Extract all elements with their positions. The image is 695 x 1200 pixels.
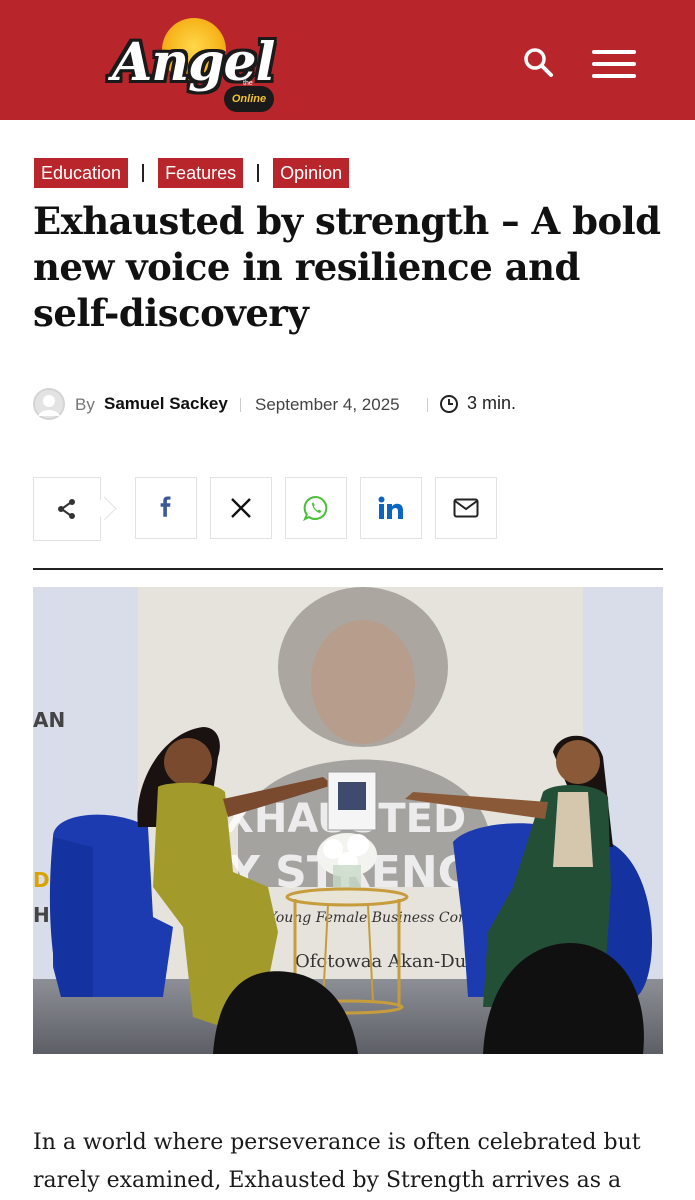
category-tags: Education Features Opinion — [34, 158, 350, 188]
meta-divider — [427, 398, 428, 412]
article-title: Exhausted by strength – A bold new voice… — [33, 199, 661, 335]
facebook-icon — [160, 496, 171, 517]
author-name[interactable]: Samuel Sackey — [104, 394, 228, 414]
side-banner-text-1: AN — [33, 708, 65, 732]
site-header: Angel Online the — [0, 0, 695, 120]
logo-subtitle: Online — [224, 86, 274, 112]
search-button[interactable] — [520, 44, 556, 80]
site-logo[interactable]: Angel Online the — [112, 14, 282, 114]
share-icon — [58, 499, 75, 519]
share-linkedin-button[interactable] — [360, 477, 422, 539]
menu-button[interactable] — [588, 46, 640, 82]
clock-icon — [440, 395, 458, 413]
category-tag-features[interactable]: Features — [158, 158, 244, 188]
share-email-button[interactable] — [435, 477, 497, 539]
article-meta: By Samuel Sackey September 4, 2025 3 min… — [33, 388, 663, 422]
share-button[interactable] — [33, 477, 101, 541]
section-divider — [33, 568, 663, 570]
meta-divider — [240, 398, 241, 412]
search-icon — [524, 48, 553, 77]
author-avatar[interactable] — [33, 388, 65, 420]
side-banner-text-2: D — [33, 868, 50, 892]
by-label: By — [75, 395, 95, 414]
user-placeholder-icon — [33, 388, 65, 420]
event-photo: XHAUSTED Y STRENGTH a Young Female Busin… — [33, 587, 663, 1054]
category-tag-opinion[interactable]: Opinion — [273, 158, 350, 188]
share-x-button[interactable] — [210, 477, 272, 539]
tag-divider — [142, 164, 145, 182]
banner-subtitle: a Young Female Business Cons — [255, 910, 474, 926]
banner-author: Ofotowaa Akan-Dur — [295, 951, 475, 972]
article-featured-image[interactable]: XHAUSTED Y STRENGTH a Young Female Busin… — [33, 587, 663, 1054]
tag-divider — [257, 164, 260, 182]
read-time: 3 min. — [467, 393, 517, 413]
email-icon — [453, 498, 479, 518]
linkedin-icon — [378, 496, 403, 519]
whatsapp-icon — [303, 495, 328, 521]
x-icon — [231, 498, 251, 518]
logo-the: the — [243, 80, 253, 87]
side-banner-text-3: H — [33, 903, 50, 927]
category-tag-education[interactable]: Education — [34, 158, 129, 188]
publish-date: September 4, 2025 — [255, 395, 400, 414]
share-facebook-button[interactable] — [135, 477, 197, 539]
article-intro-paragraph: In a world where perseverance is often c… — [33, 1130, 641, 1193]
hamburger-menu-icon — [592, 50, 636, 78]
share-whatsapp-button[interactable] — [285, 477, 347, 539]
